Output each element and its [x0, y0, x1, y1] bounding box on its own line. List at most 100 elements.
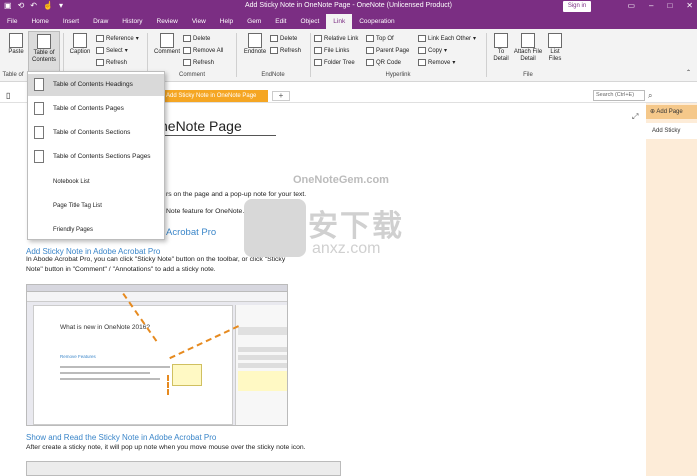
- copy-button[interactable]: Copy ▾: [418, 47, 447, 54]
- ribbon-tabs: File Home Insert Draw History Review View Help G…: [0, 14, 697, 29]
- select-icon: [96, 47, 104, 54]
- page-list-item[interactable]: Add Sticky: [646, 123, 697, 139]
- refresh-button[interactable]: Refresh: [96, 59, 127, 66]
- tab-file[interactable]: File: [0, 14, 24, 29]
- add-section-button[interactable]: +: [272, 91, 290, 101]
- tab-draw[interactable]: Draw: [86, 14, 115, 29]
- menu-item-label: Notebook List: [53, 179, 90, 185]
- notebook-icon[interactable]: ▯: [6, 91, 10, 100]
- paragraph-line-2: Note feature for OneNote.: [166, 208, 245, 215]
- menu-item-table-of-contents-pages[interactable]: Table of Contents Pages: [28, 98, 164, 120]
- tab-link[interactable]: Link: [326, 14, 353, 29]
- watermark-url: anxz.com: [312, 240, 381, 257]
- document-icon: [34, 150, 44, 163]
- comment-button[interactable]: Comment: [152, 33, 182, 56]
- window-controls: ▭ – □ ✕: [627, 1, 693, 10]
- tab-edit[interactable]: Edit: [268, 14, 293, 29]
- search-input[interactable]: Search (Ctrl+E): [593, 90, 645, 101]
- section-heading: Acrobat Pro: [166, 227, 217, 238]
- link-each-other-button[interactable]: Link Each Other ▾: [418, 35, 476, 42]
- ribbon-separator: [310, 33, 311, 77]
- tab-review[interactable]: Review: [150, 14, 185, 29]
- attach-file-detail-button[interactable]: Attach File Detail: [513, 33, 543, 63]
- copy-icon: [418, 47, 426, 54]
- caption-button[interactable]: Caption: [66, 33, 94, 56]
- menu-item-friendly-pages[interactable]: Friendly Pages: [28, 219, 164, 241]
- list-files-button[interactable]: List Files: [544, 33, 566, 63]
- title-bar: ▣ ⟲ ↶ ☝ ▾ Add Sticky Note in OneNote Pag…: [0, 0, 697, 14]
- refresh-endnote-button[interactable]: Refresh: [270, 47, 301, 54]
- tab-history[interactable]: History: [115, 14, 149, 29]
- reference-button[interactable]: Reference ▾: [96, 35, 139, 42]
- parent-page-button[interactable]: Parent Page: [366, 47, 409, 54]
- top-of-button[interactable]: Top Of: [366, 35, 394, 42]
- remove-all-button[interactable]: Remove All: [183, 47, 223, 54]
- tab-help[interactable]: Help: [213, 14, 240, 29]
- refresh-comment-button[interactable]: Refresh: [183, 59, 214, 66]
- shot-text-line: [60, 372, 150, 374]
- shot-text-line: [60, 378, 160, 380]
- callout-arrow: [167, 375, 169, 395]
- page-title[interactable]: neNote Page: [160, 118, 276, 136]
- to-detail-button[interactable]: To Detail: [490, 33, 512, 63]
- shot-sticky-note: [172, 364, 202, 386]
- menu-item-table-of-contents-sections[interactable]: Table of Contents Sections: [28, 122, 164, 144]
- paragraph-line-1: rs on the page and a pop-up note for you…: [166, 191, 307, 198]
- maximize-icon[interactable]: □: [667, 1, 672, 10]
- shot-title: What is new in OneNote 2016?: [60, 324, 150, 331]
- top-of-icon: [366, 35, 374, 42]
- menu-item-table-of-contents-sections-pages[interactable]: Table of Contents Sections Pages: [28, 146, 164, 168]
- remove-link-button[interactable]: Remove ▾: [418, 59, 455, 66]
- menu-item-notebook-list[interactable]: Notebook List: [28, 171, 164, 193]
- tab-view[interactable]: View: [185, 14, 213, 29]
- folder-tree-icon: [314, 59, 322, 66]
- paste-button[interactable]: Paste: [5, 33, 27, 56]
- paragraph-p2: Note" button in "Comment" / "Annotations…: [26, 266, 216, 273]
- shot-panel-note: [238, 371, 287, 391]
- select-button[interactable]: Select ▾: [96, 47, 128, 54]
- shot-panel-row: [238, 327, 287, 335]
- tab-insert[interactable]: Insert: [56, 14, 86, 29]
- close-icon[interactable]: ✕: [686, 1, 693, 10]
- collapse-ribbon-icon[interactable]: ⌃: [686, 69, 691, 76]
- shot-toolbar: [27, 292, 287, 302]
- section-tab[interactable]: Add Sticky Note in OneNote Page: [160, 90, 268, 102]
- toc-icon: [37, 34, 51, 49]
- menu-item-label: Table of Contents Headings: [53, 81, 133, 88]
- folder-tree-button[interactable]: Folder Tree: [314, 59, 355, 66]
- delete-comment-button[interactable]: Delete: [183, 35, 210, 42]
- menu-item-page-title-tag-list[interactable]: Page Title Tag List: [28, 195, 164, 217]
- remove-all-icon: [183, 47, 191, 54]
- shot-text-line: [60, 366, 170, 368]
- sign-in-button[interactable]: Sign in: [563, 1, 591, 12]
- file-links-button[interactable]: File Links: [314, 47, 349, 54]
- refresh-icon: [96, 59, 104, 66]
- table-of-contents-button[interactable]: Table of Contents: [28, 31, 60, 72]
- tab-cooperation[interactable]: Cooperation: [352, 14, 401, 29]
- add-page-button[interactable]: ⊕ Add Page: [646, 105, 697, 119]
- delete-endnote-button[interactable]: Delete: [270, 35, 297, 42]
- tab-home[interactable]: Home: [24, 14, 55, 29]
- relative-link-button[interactable]: Relative Link: [314, 35, 358, 42]
- qr-code-button[interactable]: QR Code: [366, 59, 401, 66]
- endnote-button[interactable]: Endnote: [240, 33, 270, 56]
- menu-item-label: Friendly Pages: [53, 227, 94, 233]
- onenote-window: ▣ ⟲ ↶ ☝ ▾ Add Sticky Note in OneNote Pag…: [0, 0, 697, 476]
- group-label-table-of: Table of: [2, 72, 24, 78]
- embedded-screenshot: What is new in OneNote 2016? Remove Feat…: [26, 284, 288, 426]
- document-icon: [34, 126, 44, 139]
- window-title: Add Sticky Note in OneNote Page - OneNot…: [245, 2, 452, 9]
- search-icon[interactable]: ⌕: [648, 91, 652, 101]
- link-icon: [314, 35, 322, 42]
- ribbon-separator: [486, 33, 487, 77]
- minimize-icon[interactable]: –: [649, 1, 653, 10]
- tab-gem[interactable]: Gem: [240, 14, 268, 29]
- menu-item-table-of-contents-headings[interactable]: Table of Contents Headings: [28, 74, 164, 96]
- ribbon-options-icon[interactable]: ▭: [627, 1, 635, 10]
- expand-icon[interactable]: ⤢: [632, 112, 638, 122]
- watermark-site: OneNoteGem.com: [293, 174, 389, 186]
- caption-icon: [73, 33, 87, 48]
- tab-object[interactable]: Object: [293, 14, 326, 29]
- shot-page: What is new in OneNote 2016? Remove Feat…: [33, 305, 233, 425]
- group-label-hyperlink: Hyperlink: [385, 72, 411, 78]
